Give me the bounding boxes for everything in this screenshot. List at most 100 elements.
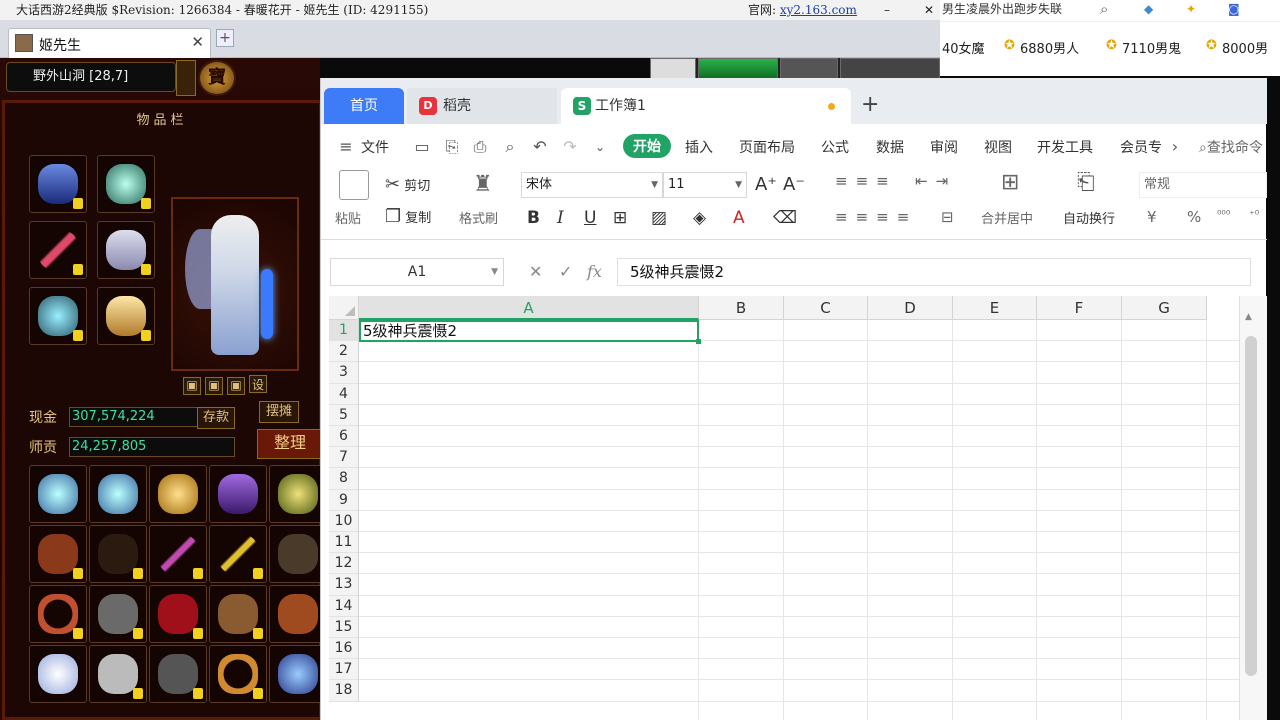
tab-docer[interactable]: D 稻壳 [407, 88, 557, 124]
insert-function-icon[interactable]: fx [587, 262, 602, 281]
row-header-15[interactable]: 15 [329, 616, 359, 638]
menu-insert[interactable]: 插入 [685, 137, 713, 157]
percent-button[interactable]: % [1187, 208, 1201, 226]
scroll-thumb[interactable] [1245, 336, 1257, 676]
menu-formula[interactable]: 公式 [821, 137, 849, 157]
currency-button[interactable]: ¥ [1147, 208, 1157, 226]
row-header-2[interactable]: 2 [329, 341, 359, 363]
indent-icons[interactable]: ⇤⇥ [915, 172, 956, 190]
column-header-b[interactable]: B [699, 296, 784, 320]
formula-input[interactable]: 5级神兵震慑2 [617, 258, 1251, 286]
sort-button[interactable]: 整理 [257, 429, 320, 459]
equip-slot[interactable] [97, 287, 155, 345]
menu-member[interactable]: 会员专 [1120, 137, 1162, 157]
game-tab[interactable]: 姬先生 ✕ [8, 28, 211, 58]
tab-home[interactable]: 首页 [324, 88, 404, 124]
game-site[interactable]: 官网: xy2.163.com [748, 0, 857, 20]
lock-icon[interactable]: ▣ [227, 377, 245, 395]
font-grow-icon[interactable]: A⁺ [755, 174, 777, 195]
column-header-e[interactable]: E [953, 296, 1037, 320]
redo-icon[interactable]: ↷ [561, 138, 579, 156]
vertical-scrollbar[interactable]: ▲ [1239, 296, 1267, 720]
game-tab-close-icon[interactable]: ✕ [191, 33, 204, 51]
italic-icon[interactable]: I [557, 208, 564, 228]
row-header-13[interactable]: 13 [329, 574, 359, 596]
cell-a1[interactable]: 5级神兵震慑2 [359, 320, 701, 344]
undo-icon[interactable]: ↶ [531, 138, 549, 156]
row-header-9[interactable]: 9 [329, 489, 359, 511]
align-horizontal-icons[interactable]: ≡≡≡≡ [835, 208, 917, 226]
tag-item[interactable]: 40女魔 [942, 38, 985, 57]
row-header-4[interactable]: 4 [329, 383, 359, 405]
equip-slot[interactable] [29, 287, 87, 345]
news-headline[interactable]: 男生凌晨外出跑步失联 [942, 2, 1062, 16]
print-icon[interactable]: ⎙ [471, 138, 489, 156]
row-header-8[interactable]: 8 [329, 468, 359, 490]
column-header-g[interactable]: G [1122, 296, 1207, 320]
settings-button[interactable]: 设 [249, 375, 267, 393]
bag-slot[interactable] [209, 465, 267, 523]
equip-slot[interactable] [97, 221, 155, 279]
menu-start[interactable]: 开始 [623, 134, 671, 158]
bag-slot[interactable] [89, 465, 147, 523]
border-icon[interactable]: ⊞ [613, 208, 627, 228]
row-header-18[interactable]: 18 [329, 680, 359, 702]
thousands-icon[interactable]: ⁰⁰⁰ [1217, 208, 1230, 221]
bag-slot[interactable] [209, 585, 267, 643]
lock-icon[interactable]: ▣ [183, 377, 201, 395]
equip-slot[interactable] [97, 155, 155, 213]
row-header-11[interactable]: 11 [329, 532, 359, 554]
news-ticker[interactable]: 男生凌晨外出跑步失联 ⌕ ◆ ✦ ◙ [940, 0, 1280, 22]
row-header-5[interactable]: 5 [329, 404, 359, 426]
stall-button[interactable]: 摆摊 [259, 401, 299, 423]
paste-icon[interactable] [339, 170, 369, 200]
row-header-10[interactable]: 10 [329, 510, 359, 532]
underline-icon[interactable]: U [584, 208, 596, 228]
column-header-f[interactable]: F [1037, 296, 1122, 320]
lock-icon[interactable]: ▣ [205, 377, 223, 395]
brush-icon[interactable]: ♜ [473, 172, 493, 197]
tag-item[interactable]: 7110男鬼 [1122, 38, 1181, 57]
decimal-icon[interactable]: ⁺⁰ [1249, 208, 1259, 221]
merge-icon[interactable]: ⊞ [1001, 170, 1019, 195]
bag-slot[interactable] [269, 465, 320, 523]
crest-icon[interactable]: 寶 [198, 60, 236, 96]
minimap-buttons[interactable] [176, 60, 196, 96]
sheet-grid[interactable]: A B C D E F G 1 2 3 4 5 6 7 8 9 10 11 12 13 14 15 16 17 18 5级神兵震慑… [321, 296, 1267, 720]
equip-slot[interactable] [29, 155, 87, 213]
format-painter-button[interactable]: 格式刷 [459, 208, 498, 227]
row-header-1[interactable]: 1 [329, 320, 359, 342]
menu-review[interactable]: 审阅 [930, 137, 958, 157]
search-icon[interactable]: ⌕ [1100, 0, 1108, 18]
menu-page-layout[interactable]: 页面布局 [739, 137, 795, 157]
equip-slot[interactable] [29, 221, 87, 279]
game-site-link[interactable]: xy2.163.com [780, 3, 857, 17]
extension-icon[interactable]: ◆ [1144, 0, 1153, 18]
tab-workbook[interactable]: S 工作簿1 [561, 88, 851, 124]
row-header-7[interactable]: 7 [329, 447, 359, 469]
paste-button[interactable]: 粘贴 [335, 208, 361, 227]
save-icon[interactable]: ▭ [413, 138, 431, 156]
menu-data[interactable]: 数据 [876, 137, 904, 157]
bag-slot[interactable] [149, 585, 207, 643]
row-header-12[interactable]: 12 [329, 553, 359, 575]
scroll-up-icon[interactable]: ▲ [1245, 312, 1252, 322]
cut-button[interactable]: ✂ 剪切 [385, 174, 430, 195]
distribute-icon[interactable]: ⊟ [941, 208, 954, 226]
bag-slot[interactable] [209, 525, 267, 583]
deposit-button[interactable]: 存款 [197, 407, 235, 429]
quick-access-dropdown-icon[interactable]: ⌄ [591, 138, 609, 156]
menu-dev-tools[interactable]: 开发工具 [1037, 137, 1093, 157]
bag-slot[interactable] [89, 645, 147, 703]
cell-style-icon[interactable]: ▨ [651, 208, 667, 228]
column-header-c[interactable]: C [784, 296, 868, 320]
clear-icon[interactable]: ⌫ [773, 208, 797, 228]
bag-slot[interactable] [269, 525, 320, 583]
wrap-text-button[interactable]: 自动换行 [1063, 208, 1115, 227]
translate-icon[interactable]: ◙ [1228, 0, 1240, 18]
minimize-button[interactable]: – [878, 0, 896, 20]
font-name-select[interactable]: 宋体 ▼ [521, 172, 663, 198]
export-pdf-icon[interactable]: ⎘ [443, 138, 461, 156]
chevron-right-icon[interactable]: › [1166, 138, 1184, 156]
align-top-icons[interactable]: ≡≡≡ [835, 172, 897, 190]
